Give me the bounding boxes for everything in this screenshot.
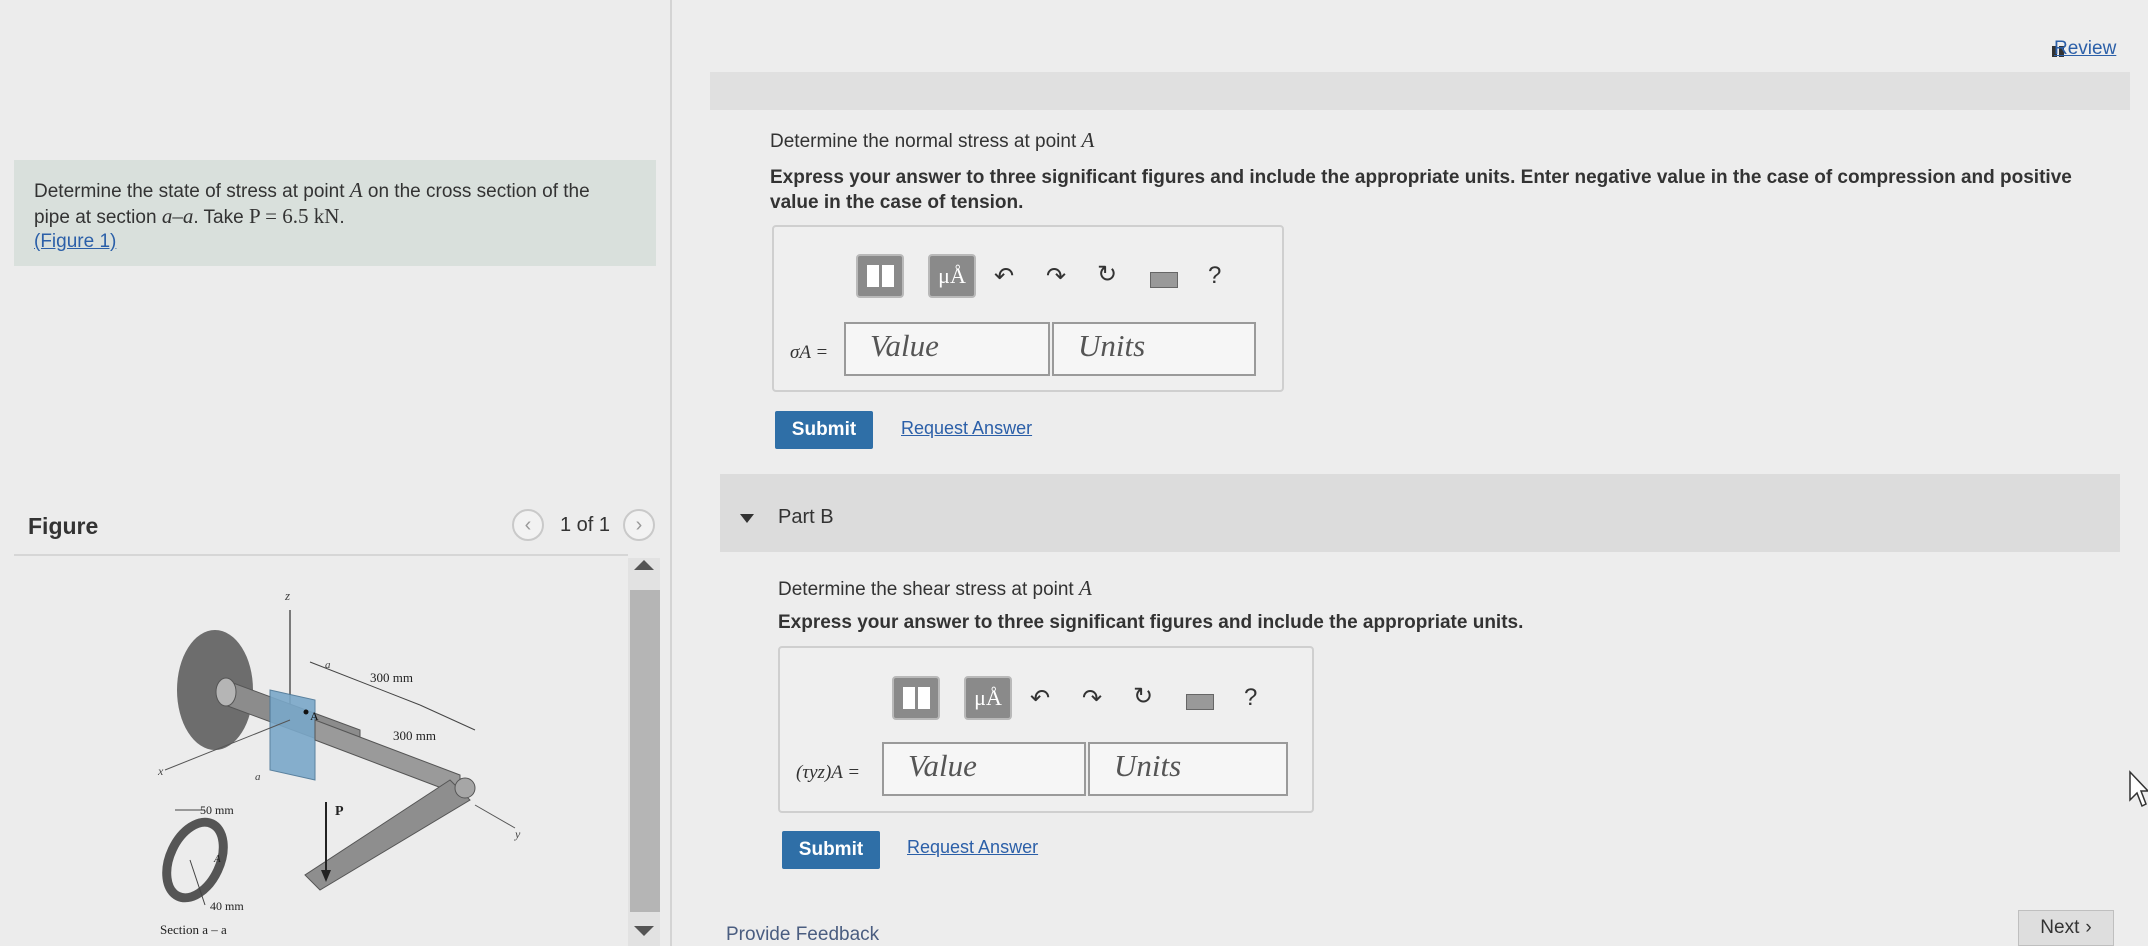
scroll-down-arrow-icon[interactable] [634,926,654,936]
dimension-line-2 [419,704,476,731]
z-axis-label: z [284,588,290,603]
reset-icon[interactable]: ↻ [1097,260,1117,289]
part-b-point: A [1078,576,1092,600]
arm-joint [454,777,476,799]
part-a-instructions: Express your answer to three significant… [770,167,2072,213]
part-b-units-button[interactable]: μÅ [964,676,1012,720]
figure-image: z a a A 300 mm 300 mm x y P 50 mm A 40 m… [157,588,521,937]
part-b-value-input[interactable]: Value [882,742,1086,796]
templates-icon [902,687,930,709]
inner-radius-label: 40 mm [210,899,244,913]
reset-icon[interactable]: ↻ [1133,682,1153,711]
section-ring [162,817,228,903]
next-label: Next [2040,917,2080,938]
problem-text-2: on the cross section of the [367,181,590,202]
problem-statement: Determine the state of stress at point A… [14,160,656,266]
part-b-submit-button[interactable]: Submit [782,831,880,869]
x-axis-label: x [157,764,164,778]
outer-radius-label: 50 mm [200,803,234,817]
dimension-300-b: 300 mm [393,728,436,743]
point-a-marker [303,709,309,715]
chevron-left-icon: ‹ [524,513,532,536]
part-b-units-input[interactable]: Units [1088,742,1288,796]
dimension-300-a: 300 mm [370,670,413,685]
part-b-equation-label: (τyz)A = [796,762,861,783]
problem-text-3: pipe at section [34,207,157,228]
redo-icon[interactable]: ↷ [1082,684,1102,713]
problem-take: . Take [193,207,244,228]
problem-point: A [349,178,363,202]
undo-icon[interactable]: ↶ [1030,684,1050,713]
y-axis [474,804,516,829]
problem-dot: . [339,207,345,228]
part-a-units-button[interactable]: μÅ [928,254,976,298]
y-axis-label: y [514,827,521,841]
mouse-cursor-icon [2129,770,2148,808]
column-divider [670,0,672,946]
redo-icon[interactable]: ↷ [1046,262,1066,291]
keyboard-icon[interactable] [1150,272,1178,288]
scrollbar-thumb[interactable] [630,590,660,912]
part-a-value-input[interactable]: Value [844,322,1050,376]
lever-arm [304,779,471,891]
scroll-up-arrow-icon[interactable] [634,560,654,570]
pipe-end [215,677,237,707]
part-b-header[interactable] [720,474,2120,552]
caret-down-icon[interactable] [740,514,754,523]
part-a-request-answer-link[interactable]: Request Answer [901,418,1032,439]
keyboard-icon[interactable] [1186,694,1214,710]
figure-heading: Figure [28,513,99,539]
figure-next-button[interactable]: › [623,509,655,541]
part-b-request-answer-link[interactable]: Request Answer [907,837,1038,858]
provide-feedback-link[interactable]: Provide Feedback [726,924,879,946]
part-b-templates-button[interactable] [892,676,940,720]
figure-prev-button[interactable]: ‹ [512,509,544,541]
section-caption: Section a – a [160,922,227,937]
part-b-help-button[interactable]: ? [1244,684,1257,712]
figure-link[interactable]: (Figure 1) [34,231,116,252]
load-label: P [335,804,344,819]
problem-load-value: P = 6.5 kN [248,204,340,228]
part-a-point: A [1081,128,1095,152]
undo-icon[interactable]: ↶ [994,262,1014,291]
section-a-bottom: a [255,771,261,783]
part-a-submit-button[interactable]: Submit [775,411,873,449]
problem-section: a–a [161,204,194,228]
part-a-question-text: Determine the normal stress at point [770,131,1077,152]
header-band [710,72,2130,110]
review-link[interactable]: Review [2054,38,2116,60]
figure-pager-count: 1 of 1 [560,514,611,536]
next-button[interactable]: Next › [2018,910,2114,946]
section-plane [269,689,316,781]
figure-divider [14,554,628,556]
part-b-instructions: Express your answer to three significant… [778,612,1524,633]
part-a-equation-label: σA = [790,342,829,363]
problem-text: Determine the state of stress at point [34,181,345,202]
part-a-templates-button[interactable] [856,254,904,298]
part-a-units-input[interactable]: Units [1052,322,1256,376]
chevron-right-icon: › [635,513,643,536]
part-a-help-button[interactable]: ? [1208,262,1221,290]
templates-icon [866,265,894,287]
pipe-segment-2 [314,719,461,796]
part-b-title[interactable]: Part B [778,506,834,529]
part-b-question: Determine the shear stress at point A [778,576,1092,601]
part-a-question: Determine the normal stress at point A [770,128,1094,153]
chevron-right-icon: › [2085,917,2092,938]
section-point-a-label: A [213,853,221,865]
part-b-question-text: Determine the shear stress at point [778,579,1074,600]
